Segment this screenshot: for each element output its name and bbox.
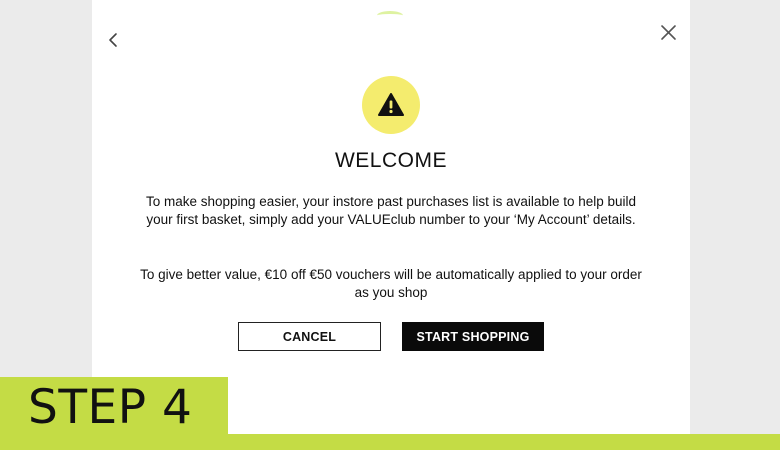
warning-badge bbox=[362, 76, 420, 134]
modal-paragraph-vouchers: To give better value, €10 off €50 vouche… bbox=[140, 267, 642, 300]
modal-paragraph-purchases: To make shopping easier, your instore pa… bbox=[145, 194, 637, 227]
modal-title: WELCOME bbox=[334, 149, 447, 172]
start-shopping-button[interactable]: START SHOPPING bbox=[402, 322, 544, 351]
back-button[interactable] bbox=[104, 29, 124, 51]
chevron-left-icon bbox=[109, 33, 117, 47]
cancel-button[interactable]: CANCEL bbox=[238, 322, 381, 351]
close-icon bbox=[661, 25, 676, 40]
warning-icon bbox=[378, 93, 404, 116]
close-button[interactable] bbox=[658, 22, 680, 44]
step-label: STEP 4 bbox=[0, 377, 228, 450]
top-decoration bbox=[377, 11, 403, 20]
